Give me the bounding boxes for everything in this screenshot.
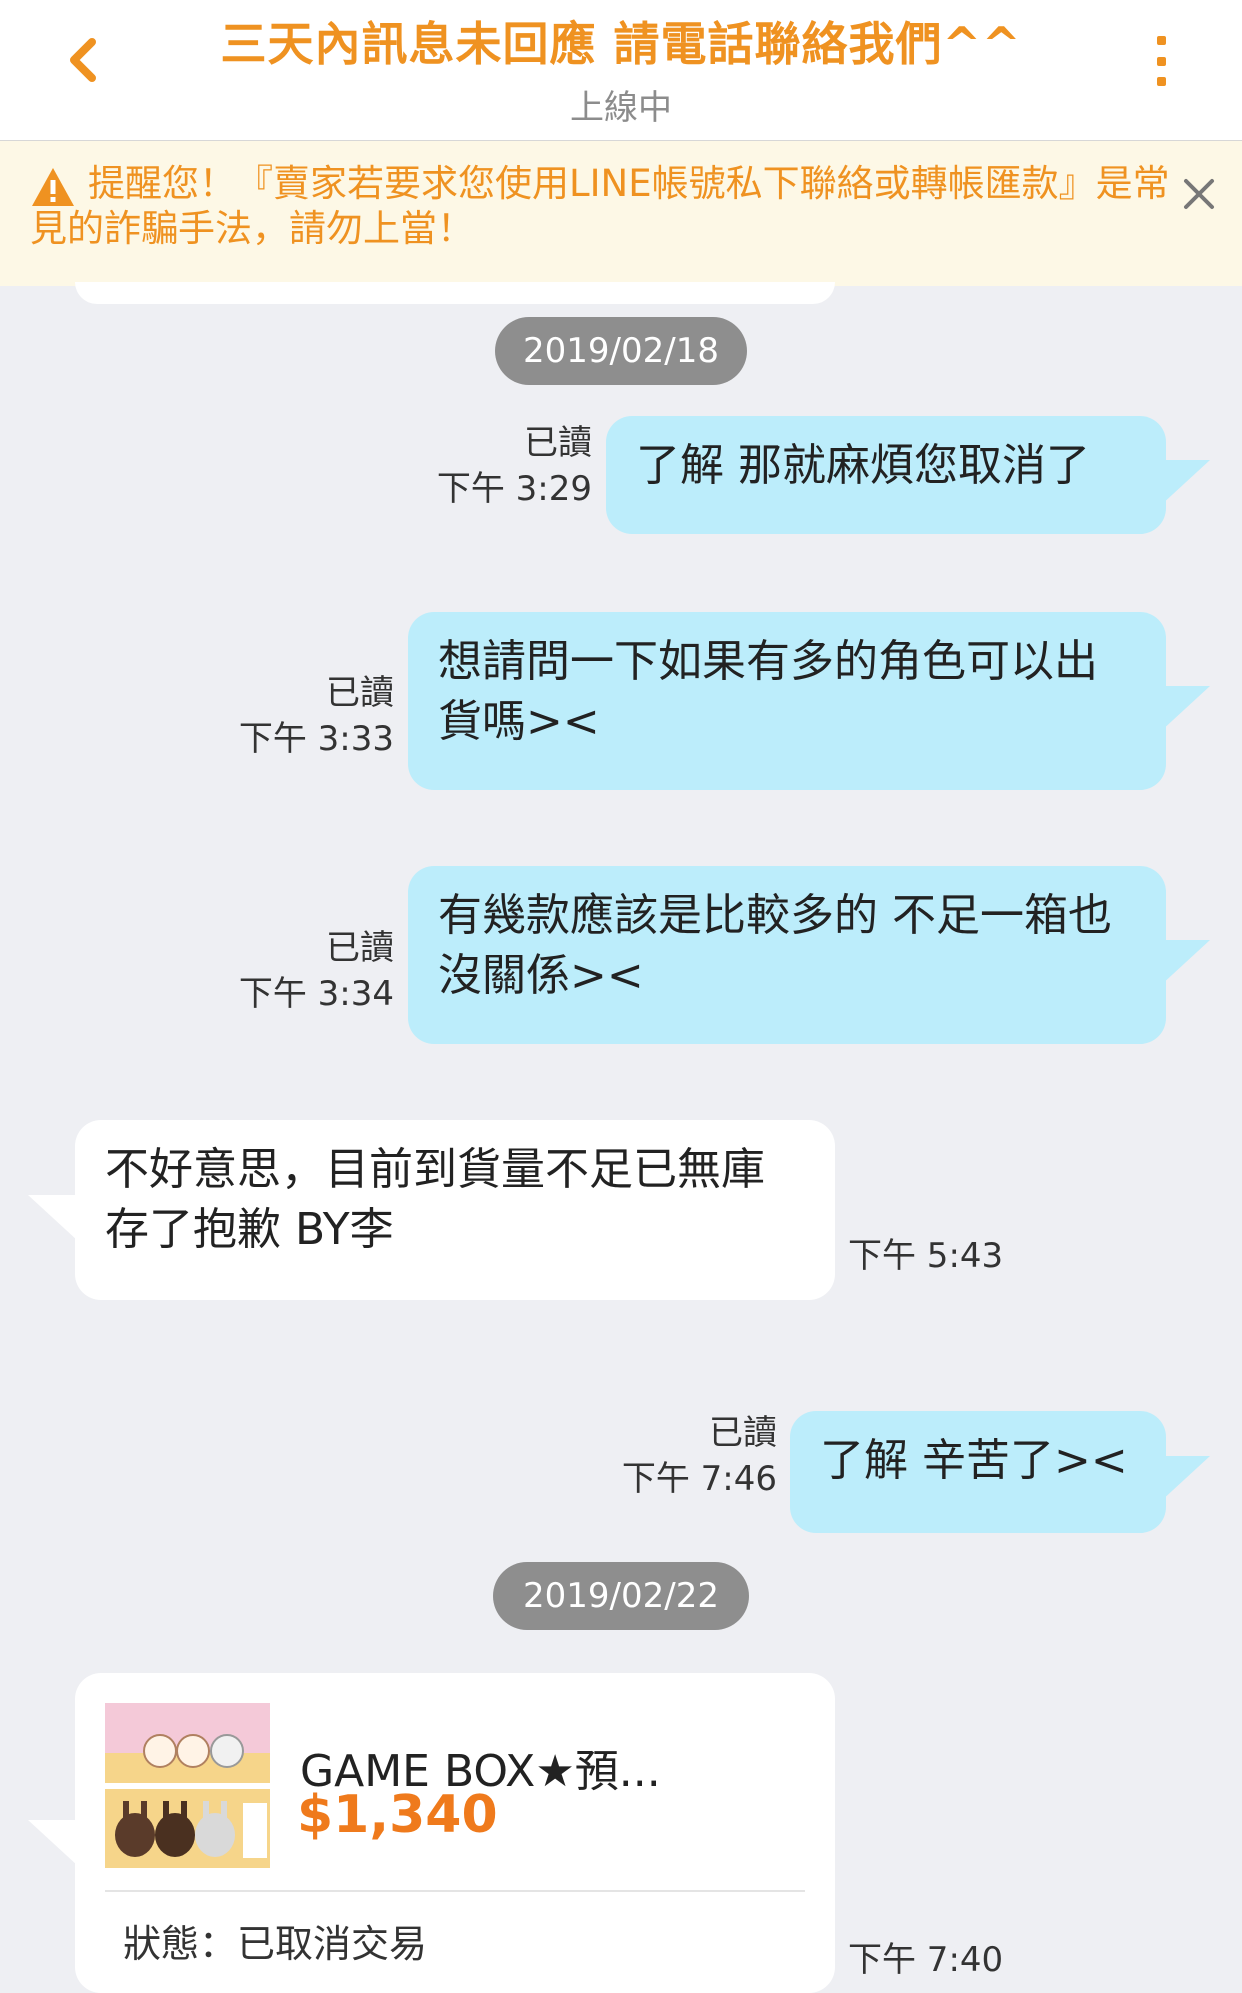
read-receipt: 已讀 xyxy=(326,673,394,713)
previous-message-bubble xyxy=(75,282,835,304)
product-card[interactable]: GAME BOX★預... $1,340 狀態：已取消交易 xyxy=(75,1673,835,1993)
more-options-button[interactable] xyxy=(1148,36,1174,86)
message-text: 想請問一下如果有多的角色可以出貨嗎>< xyxy=(438,636,1098,747)
bubble-tail xyxy=(1160,940,1210,986)
product-thumbnail[interactable] xyxy=(105,1703,270,1868)
online-status: 上線中 xyxy=(570,88,672,128)
more-dot-icon xyxy=(1156,77,1166,86)
message-time: 下午 3:29 xyxy=(436,469,592,509)
outgoing-message[interactable]: 了解 那就麻煩您取消了 xyxy=(606,416,1166,534)
date-separator: 2019/02/22 xyxy=(493,1562,749,1630)
message-text: 了解 辛苦了>< xyxy=(820,1435,1128,1486)
fraud-warning-banner: 提醒您！『賣家若要求您使用LINE帳號私下聯絡或轉帳匯款』是常見的詐騙手法，請勿… xyxy=(0,141,1242,286)
chevron-left-icon xyxy=(70,38,96,82)
close-icon[interactable] xyxy=(1180,175,1218,213)
more-dot-icon xyxy=(1156,36,1166,45)
bubble-tail xyxy=(1160,460,1210,506)
message-text: 有幾款應該是比較多的 不足一箱也沒關係>< xyxy=(438,890,1112,1001)
read-receipt: 已讀 xyxy=(524,423,592,463)
message-meta: 已讀 下午 3:33 xyxy=(239,670,394,762)
bubble-tail xyxy=(28,1195,78,1241)
message-time: 下午 5:43 xyxy=(848,1236,1004,1276)
message-time: 下午 3:33 xyxy=(238,719,394,759)
outgoing-message[interactable]: 了解 辛苦了>< xyxy=(790,1411,1166,1533)
message-meta: 已讀 下午 7:46 xyxy=(622,1410,777,1502)
message-time: 下午 3:34 xyxy=(238,974,394,1014)
message-time: 下午 7:46 xyxy=(621,1459,777,1499)
bubble-tail xyxy=(1160,686,1210,732)
warning-text: 提醒您！『賣家若要求您使用LINE帳號私下聯絡或轉帳匯款』是常見的詐騙手法，請勿… xyxy=(30,162,1170,250)
message-meta: 已讀 下午 3:29 xyxy=(437,420,592,512)
message-text: 不好意思，目前到貨量不足已無庫存了抱歉 BY李 xyxy=(105,1144,765,1255)
date-separator: 2019/02/18 xyxy=(495,317,747,385)
message-text: 了解 那就麻煩您取消了 xyxy=(636,440,1090,491)
product-image-icon xyxy=(105,1703,270,1868)
message-meta: 已讀 下午 3:34 xyxy=(239,925,394,1017)
read-receipt: 已讀 xyxy=(709,1413,777,1453)
divider xyxy=(105,1890,805,1892)
bubble-tail xyxy=(1160,1456,1210,1502)
chat-header: 三天內訊息未回應 請電話聯絡我們^^ 上線中 xyxy=(0,0,1242,141)
transaction-status: 狀態：已取消交易 xyxy=(123,1922,428,1966)
product-price: $1,340 xyxy=(297,1785,498,1845)
incoming-message[interactable]: 不好意思，目前到貨量不足已無庫存了抱歉 BY李 xyxy=(75,1120,835,1300)
bubble-tail xyxy=(28,1820,78,1866)
chat-title: 三天內訊息未回應 請電話聯絡我們^^ xyxy=(220,17,1022,71)
more-dot-icon xyxy=(1156,56,1166,66)
outgoing-message[interactable]: 有幾款應該是比較多的 不足一箱也沒關係>< xyxy=(408,866,1166,1044)
read-receipt: 已讀 xyxy=(326,928,394,968)
outgoing-message[interactable]: 想請問一下如果有多的角色可以出貨嗎>< xyxy=(408,612,1166,790)
